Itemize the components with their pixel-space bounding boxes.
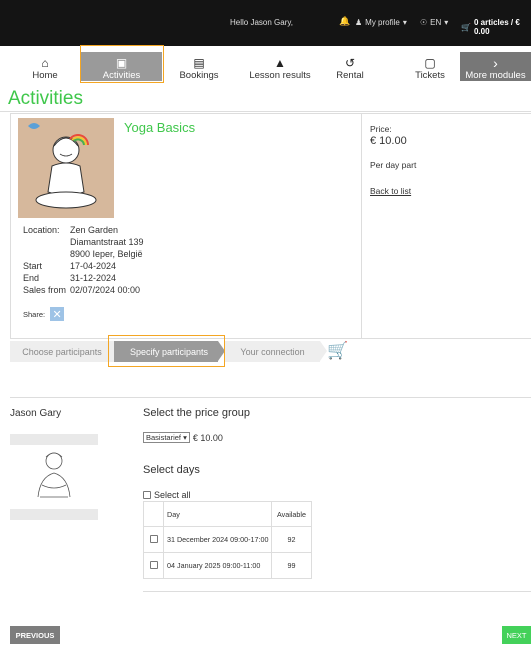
- table-row: 31 December 2024 09:00-17:00 92: [143, 526, 312, 553]
- cart-summary[interactable]: 🛒 0 articles / € 0.00: [461, 18, 531, 36]
- nav-label: Home: [32, 70, 58, 81]
- price-group-select[interactable]: Basistarief ▾: [143, 432, 190, 443]
- activity-title: Yoga Basics: [124, 120, 196, 135]
- day-checkbox[interactable]: [149, 534, 158, 543]
- table-header-row: Day Available: [143, 501, 312, 527]
- available-cell: 92: [271, 526, 312, 553]
- history-icon: ↺: [344, 56, 356, 70]
- activity-info: Location: Zen Garden Diamantstraat 139 89…: [23, 224, 144, 296]
- bell-icon[interactable]: 🔔: [339, 16, 350, 27]
- activity-card: Yoga Basics Location: Zen Garden Diamants…: [10, 113, 531, 339]
- nav-label: Bookings: [179, 70, 219, 81]
- person-sketch-icon: [10, 447, 98, 509]
- language-label: EN: [430, 18, 442, 27]
- available-cell: 99: [271, 552, 312, 579]
- activities-highlight: [80, 45, 164, 83]
- next-button[interactable]: NEXT: [502, 626, 531, 644]
- price-group-row: Basistarief ▾ € 10.00: [143, 432, 223, 443]
- nav-label: More modules: [465, 70, 526, 81]
- caret-down-icon: ▾: [444, 18, 449, 27]
- start-label: Start: [23, 261, 43, 271]
- share-row: Share: ✕: [23, 307, 65, 321]
- select-all-label: Select all: [154, 490, 191, 500]
- graduation-cap-icon: ▲: [274, 56, 286, 70]
- nav-item-bookings[interactable]: ▤ Bookings: [168, 52, 230, 81]
- start-date: 17-04-2024: [70, 261, 117, 271]
- top-bar: Hello Jason Gary, 🔔 ♟ My profile ▾ ☉ EN …: [0, 0, 531, 46]
- price-value: € 10.00: [370, 135, 407, 147]
- nav-item-lesson-results[interactable]: ▲ Lesson results: [240, 52, 320, 81]
- step-highlight: [108, 335, 225, 367]
- clipboard-icon: ▤: [193, 56, 205, 70]
- greeting: Hello Jason Gary,: [230, 18, 293, 27]
- col-available-header: Available: [271, 501, 312, 527]
- share-label: Share:: [23, 309, 46, 319]
- nav-item-more-modules[interactable]: › More modules: [460, 52, 531, 81]
- chevron-right-icon: ›: [493, 55, 498, 71]
- price-label: Price:: [370, 124, 392, 134]
- divider: [10, 397, 531, 398]
- location-line-2: Diamantstraat 139: [70, 237, 144, 247]
- caret-down-icon: ▾: [402, 18, 407, 27]
- back-to-list-link[interactable]: Back to list: [370, 186, 411, 196]
- select-all-checkbox[interactable]: [143, 491, 151, 499]
- step-choose-participants[interactable]: Choose participants: [10, 341, 114, 362]
- divider: [143, 591, 531, 592]
- sales-from-date: 02/07/2024 00:00: [70, 285, 141, 295]
- price-group-value: € 10.00: [192, 432, 223, 443]
- home-icon: ⌂: [41, 56, 49, 70]
- profile-label: My profile: [365, 18, 400, 27]
- select-all-row: Select all: [143, 490, 191, 500]
- cart-step-icon: 🛒: [327, 341, 349, 360]
- days-table: Day Available 31 December 2024 09:00-17:…: [143, 501, 312, 579]
- cart-icon: 🛒: [461, 22, 471, 32]
- day-cell: 31 December 2024 09:00-17:00: [163, 526, 272, 553]
- user-icon: ♟: [355, 18, 363, 27]
- nav-item-rental[interactable]: ↺ Rental: [325, 52, 375, 81]
- nav-item-tickets[interactable]: ▢ Tickets: [390, 52, 470, 81]
- end-date: 31-12-2024: [70, 273, 117, 283]
- meditation-illustration: [18, 118, 114, 218]
- activity-image: [18, 118, 114, 218]
- cart-label: 0 articles / € 0.00: [473, 18, 520, 36]
- select-days-title: Select days: [143, 464, 200, 476]
- participant-avatar: [10, 447, 98, 509]
- ticket-icon: ▢: [424, 56, 436, 70]
- end-label: End: [23, 273, 40, 283]
- day-cell: 04 January 2025 09:00-11:00: [163, 552, 272, 579]
- price-group-title: Select the price group: [143, 407, 251, 419]
- sales-label: Sales from: [23, 285, 67, 295]
- day-checkbox[interactable]: [149, 560, 158, 569]
- col-day-header: Day: [163, 501, 272, 527]
- location-line-3: 8900 Ieper, België: [70, 249, 143, 259]
- page-title: Activities: [8, 88, 83, 109]
- nav-label: Tickets: [415, 70, 445, 81]
- my-profile-menu[interactable]: ♟ My profile ▾: [355, 18, 407, 27]
- x-share-icon[interactable]: ✕: [50, 307, 65, 321]
- table-row: 04 January 2025 09:00-11:00 99: [143, 552, 312, 579]
- nav-label: Rental: [336, 70, 364, 81]
- language-menu[interactable]: ☉ EN ▾: [420, 18, 448, 27]
- participant-name: Jason Gary: [10, 408, 62, 419]
- participant-bar: [10, 434, 98, 445]
- step-your-connection[interactable]: Your connection: [225, 341, 320, 362]
- previous-button[interactable]: PREVIOUS: [10, 626, 60, 644]
- nav-label: Lesson results: [249, 70, 311, 81]
- location-line-1: Zen Garden: [70, 225, 119, 235]
- card-divider: [361, 114, 362, 338]
- participant-bar: [10, 509, 98, 520]
- location-label: Location:: [23, 225, 60, 235]
- nav-item-home[interactable]: ⌂ Home: [10, 52, 80, 81]
- globe-icon: ☉: [420, 18, 428, 27]
- price-unit: Per day part: [370, 160, 417, 170]
